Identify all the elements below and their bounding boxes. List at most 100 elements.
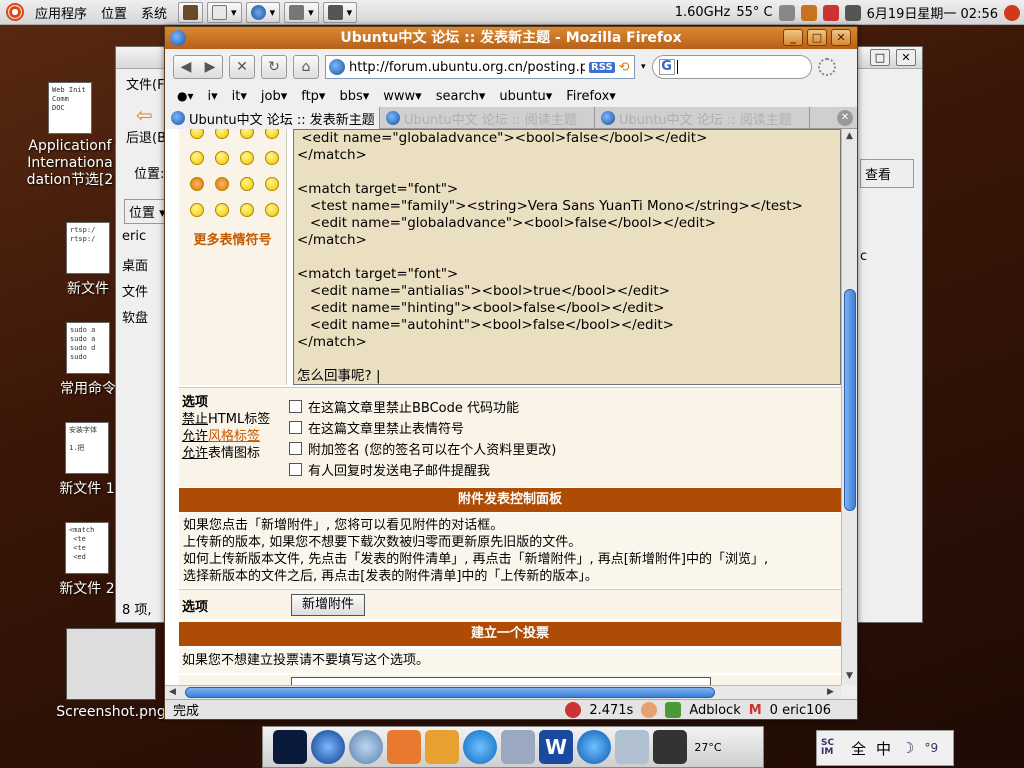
adblock-label[interactable]: Adblock [689,703,740,718]
user-icon[interactable] [800,4,817,21]
gmail-icon[interactable]: M [749,703,762,718]
emoticon-icon[interactable] [265,129,279,139]
ubuntu-logo-icon[interactable] [6,3,24,21]
ie-icon[interactable] [577,730,611,764]
checkbox[interactable] [289,442,302,455]
search-engine-dropdown[interactable]: ▾ [641,62,646,72]
emoticon-icon[interactable] [190,177,204,191]
bookmark-bbs[interactable]: bbs▾ [339,89,369,104]
apple-bookmark-icon[interactable]: ●▾ [177,89,194,103]
question-icon[interactable] [215,203,229,217]
desktop-icon-commands[interactable]: sudo a sudo a sudo d sudo 常用命令 [60,322,116,398]
monkey-icon[interactable] [641,702,658,718]
fm-sidebar-desktop[interactable]: 桌面 [122,255,148,274]
style-tag-link[interactable]: 风格标签 [208,429,260,444]
history-icon[interactable]: ⟲ [619,60,630,75]
emoticon-icon[interactable] [215,177,229,191]
reload-button[interactable]: ↻ [261,55,287,79]
ime-moon-icon[interactable]: ☽ [901,739,914,757]
gaim-icon[interactable] [425,730,459,764]
bookmark-i[interactable]: i▾ [208,89,218,104]
checkbox[interactable] [289,463,302,476]
add-attachment-button[interactable]: 新增附件 [291,594,366,616]
stop-button[interactable]: ✕ [229,55,255,79]
launcher-browser[interactable]: ▾ [245,1,281,23]
bookmark-job[interactable]: job▾ [261,89,287,104]
ime-punct[interactable]: °9 [924,741,938,755]
emoticon-icon[interactable] [240,177,254,191]
horizontal-scrollbar[interactable]: ◀ ▶ [165,685,841,699]
word-icon[interactable]: W [539,730,573,764]
rss-icon[interactable]: RSS [589,61,615,73]
emoticon-icon[interactable] [190,151,204,165]
firefox-dock-icon[interactable] [311,730,345,764]
vertical-scrollbar[interactable]: ▲ ▼ [841,129,857,685]
checkbox[interactable] [289,421,302,434]
fasterfox-icon[interactable] [565,702,582,718]
search-box[interactable]: G [651,55,812,79]
desktop-icon-newfile2[interactable]: <match <te <te <ed 新文件 2 [58,522,116,598]
launcher-camera[interactable]: ▾ [322,1,358,23]
desktop-icon-newfile1[interactable]: 安装字体 1.把 新文件 1 [58,422,116,498]
scroll-right-icon[interactable]: ▶ [827,687,834,697]
launcher-editor[interactable]: ▾ [207,1,242,23]
home-button[interactable]: ⌂ [293,55,319,79]
exclamation-icon[interactable] [190,203,204,217]
fm-close-button[interactable]: ✕ [896,49,916,66]
scroll-left-icon[interactable]: ◀ [169,687,176,697]
emoticon-icon[interactable] [240,151,254,165]
bookmark-it[interactable]: it▾ [232,89,247,104]
more-emoticons-link[interactable]: 更多表情符号 [179,229,286,248]
option-notify-reply[interactable]: 有人回复时发送电子邮件提醒我 [289,459,556,480]
desktop-icon-screenshot[interactable]: Screenshot.png [56,628,166,720]
tab-reading-1[interactable]: Ubuntu中文 论坛 :: 阅读主题 [380,107,595,129]
back-icon[interactable]: ◀ [174,56,198,78]
fm-sidebar-eric[interactable]: eric [122,229,146,244]
emoticon-icon[interactable] [265,151,279,165]
desktop-icon-newfile[interactable]: rtsp:/ rtsp:/ 新文件 [60,222,116,298]
network-icon[interactable] [844,4,861,21]
emoticon-icon[interactable] [190,129,204,139]
url-bar[interactable]: http://forum.ubuntu.org.cn/posting.p RSS… [325,55,635,79]
option-disable-smilies[interactable]: 在这篇文章里禁止表情符号 [289,417,556,438]
fm-sidebar-files[interactable]: 文件 [122,281,148,300]
bookmark-ftp[interactable]: ftp▾ [301,89,325,104]
scroll-down-icon[interactable]: ▼ [846,671,853,681]
emoticon-icon[interactable] [215,151,229,165]
menu-places[interactable]: 位置 [94,3,134,22]
close-button[interactable]: ✕ [831,29,851,46]
checkbox[interactable] [289,400,302,413]
tab-posting[interactable]: Ubuntu中文 论坛 :: 发表新主题 [165,107,380,129]
input-method-icon[interactable] [822,4,839,21]
menu-applications[interactable]: 应用程序 [28,3,94,22]
mail-count[interactable]: 0 eric106 [770,703,831,718]
system-monitor-icon[interactable] [273,730,307,764]
menu-system[interactable]: 系统 [134,3,174,22]
ime-full-width[interactable]: 全 [851,738,866,759]
ime-chinese[interactable]: 中 [876,738,891,759]
emoticon-icon[interactable] [240,129,254,139]
message-textarea[interactable]: <edit name="globaladvance"><bool>false</… [293,129,841,385]
desktop-icon-application[interactable]: Web Init Comm DOC Applicationf Internati… [22,82,118,189]
fm-menu-file[interactable]: 文件(F [126,74,165,93]
option-disable-bbcode[interactable]: 在这篇文章里禁止BBCode 代码功能 [289,396,556,417]
clock[interactable]: 6月19日星期一 02:56 [867,3,998,22]
emoticon-icon[interactable] [215,129,229,139]
skype-icon[interactable] [463,730,497,764]
scim-icon[interactable]: SC IM [821,739,841,757]
reader-icon[interactable] [387,730,421,764]
maximize-button[interactable]: □ [807,29,827,46]
launcher-terminal[interactable]: ▾ [284,1,319,23]
arrow-icon[interactable] [265,203,279,217]
fm-back-label[interactable]: 后退(B [126,127,166,146]
forward-icon[interactable]: ▶ [198,56,222,78]
option-attach-signature[interactable]: 附加签名 (您的签名可以在个人资料里更改) [289,438,556,459]
scroll-up-icon[interactable]: ▲ [846,131,853,141]
tab-close-icon[interactable]: ✕ [837,110,853,126]
terminal-icon[interactable] [653,730,687,764]
messenger-icon[interactable] [349,730,383,764]
network-dock-icon[interactable] [501,730,535,764]
fm-view-dropdown[interactable]: 查看 [860,159,914,188]
bookmark-search[interactable]: search▾ [436,89,486,104]
launcher-screenshot[interactable] [178,1,204,23]
